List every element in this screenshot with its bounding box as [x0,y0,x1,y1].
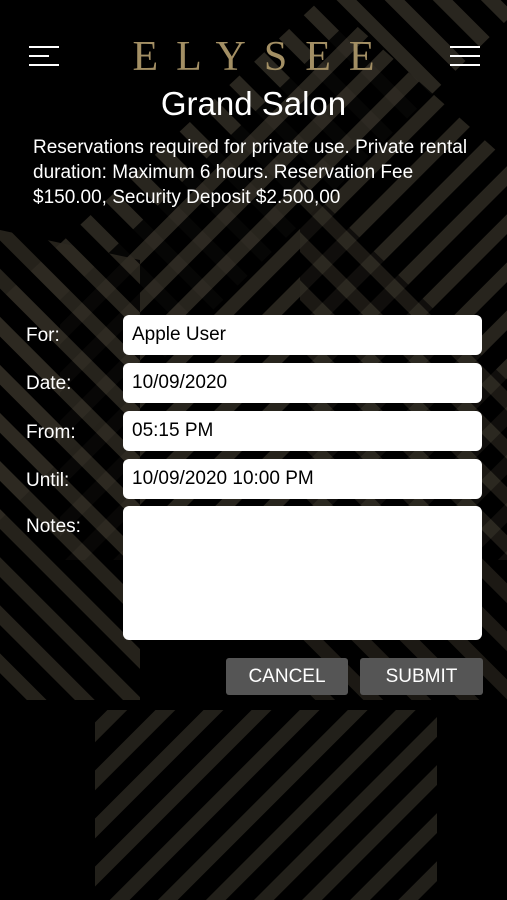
submit-button[interactable]: SUBMIT [360,658,483,695]
list-menu-icon[interactable] [450,44,480,68]
from-time-field[interactable]: 05:15 PM [123,411,482,451]
for-label: For: [26,325,60,346]
for-field[interactable]: Apple User [123,315,482,355]
page-title: Grand Salon [160,85,347,122]
date-label: Date: [26,373,72,394]
brand-logo: ELYSEE [132,34,393,80]
from-label: From: [26,422,76,443]
notes-label: Notes: [26,516,81,537]
reservation-info: Reservations required for private use. P… [33,137,468,208]
until-field[interactable]: 10/09/2020 10:00 PM [123,459,482,499]
notes-textarea[interactable] [123,506,482,640]
cancel-button[interactable]: CANCEL [226,658,348,695]
date-field[interactable]: 10/09/2020 [123,363,482,403]
until-label: Until: [26,470,70,491]
